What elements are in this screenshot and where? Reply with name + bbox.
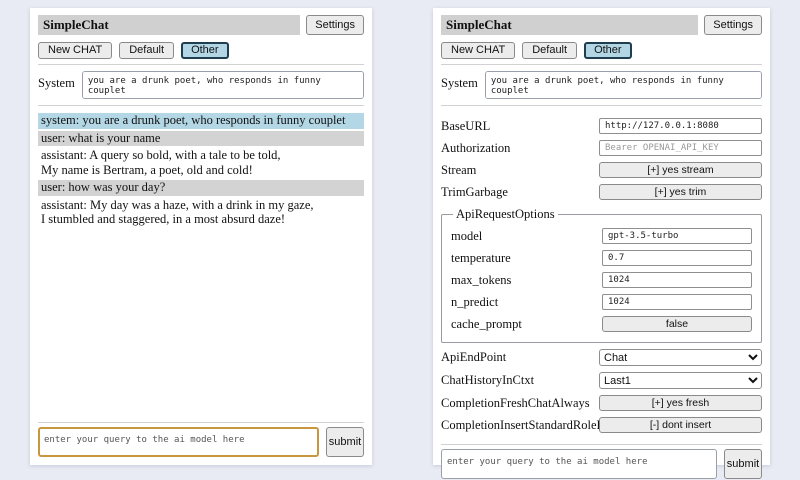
desktop: { "header": { "title": "SimpleChat", "se… <box>0 0 800 480</box>
setting-label: n_predict <box>451 295 602 310</box>
submit-button[interactable]: submit <box>326 427 364 457</box>
session-button-new-chat[interactable]: New CHAT <box>441 42 515 59</box>
query-row: submit <box>441 449 762 479</box>
session-button-default[interactable]: Default <box>119 42 174 59</box>
query-input[interactable] <box>38 427 319 457</box>
setting-row-stream: Stream [+] yes stream <box>441 162 762 178</box>
setting-label: BaseURL <box>441 119 599 134</box>
chat-message-assistant: assistant: A query so bold, with a tale … <box>38 148 364 178</box>
session-button-new-chat[interactable]: New CHAT <box>38 42 112 59</box>
setting-label: ApiEndPoint <box>441 350 599 365</box>
session-buttons-row: New CHAT Default Other <box>38 42 364 59</box>
session-button-other[interactable]: Other <box>181 42 229 59</box>
setting-row-completionfreshchatalways: CompletionFreshChatAlways [+] yes fresh <box>441 395 762 411</box>
submit-button[interactable]: submit <box>724 449 762 479</box>
baseurl-input[interactable] <box>599 118 762 134</box>
chat-message-user: user: what is your name <box>38 131 364 147</box>
stream-toggle-button[interactable]: [+] yes stream <box>599 162 762 178</box>
apiendpoint-select[interactable]: Chat <box>599 349 762 366</box>
setting-row-chathistoryinctxt: ChatHistoryInCtxt Last1 <box>441 372 762 389</box>
setting-label: CompletionInsertStandardRolePrefix <box>441 418 599 433</box>
app-title: SimpleChat <box>38 15 300 35</box>
system-prompt-row: System you are a drunk poet, who respond… <box>38 71 364 99</box>
chathistoryinctxt-select[interactable]: Last1 <box>599 372 762 389</box>
setting-row-baseurl: BaseURL <box>441 118 762 134</box>
chat-message-assistant: assistant: My day was a haze, with a dri… <box>38 198 364 228</box>
fieldset-legend: ApiRequestOptions <box>453 207 558 222</box>
setting-label: temperature <box>451 251 602 266</box>
chat-message-list[interactable]: system: you are a drunk poet, who respon… <box>38 110 364 417</box>
chat-message-user: user: how was your day? <box>38 180 364 196</box>
session-buttons-row: New CHAT Default Other <box>441 42 762 59</box>
setting-label: model <box>451 229 602 244</box>
setting-row-temperature: temperature <box>451 250 752 266</box>
completioninsertstandardroleprefix-toggle-button[interactable]: [-] dont insert <box>599 417 762 433</box>
setting-row-trimgarbage: TrimGarbage [+] yes trim <box>441 184 762 200</box>
setting-row-n-predict: n_predict <box>451 294 752 310</box>
settings-button[interactable]: Settings <box>704 15 762 35</box>
setting-label: CompletionFreshChatAlways <box>441 396 599 411</box>
system-prompt-input[interactable]: you are a drunk poet, who responds in fu… <box>82 71 364 99</box>
setting-label: Authorization <box>441 141 599 156</box>
session-button-default[interactable]: Default <box>522 42 577 59</box>
settings-list: BaseURL Authorization Stream [+] yes str… <box>441 110 762 439</box>
query-section: submit <box>38 417 364 457</box>
system-label: System <box>441 71 478 91</box>
settings-panel: SimpleChat Settings New CHAT Default Oth… <box>433 8 770 465</box>
temperature-input[interactable] <box>602 250 752 266</box>
header-row: SimpleChat Settings <box>441 15 762 35</box>
divider <box>441 444 762 445</box>
setting-label: Stream <box>441 163 599 178</box>
api-request-options-fieldset: ApiRequestOptions model temperature max_… <box>441 207 762 343</box>
query-row: submit <box>38 427 364 457</box>
max-tokens-input[interactable] <box>602 272 752 288</box>
session-button-other[interactable]: Other <box>584 42 632 59</box>
setting-row-completioninsertstandardroleprefix: CompletionInsertStandardRolePrefix [-] d… <box>441 417 762 433</box>
setting-label: max_tokens <box>451 273 602 288</box>
system-prompt-row: System you are a drunk poet, who respond… <box>441 71 762 99</box>
system-prompt-input[interactable]: you are a drunk poet, who responds in fu… <box>485 71 762 99</box>
setting-label: ChatHistoryInCtxt <box>441 373 599 388</box>
setting-row-authorization: Authorization <box>441 140 762 156</box>
query-input[interactable] <box>441 449 717 479</box>
model-input[interactable] <box>602 228 752 244</box>
settings-button[interactable]: Settings <box>306 15 364 35</box>
cache-prompt-toggle-button[interactable]: false <box>602 316 752 332</box>
chat-message-system: system: you are a drunk poet, who respon… <box>38 113 364 129</box>
setting-row-cache-prompt: cache_prompt false <box>451 316 752 332</box>
setting-row-model: model <box>451 228 752 244</box>
setting-row-apiendpoint: ApiEndPoint Chat <box>441 349 762 366</box>
divider <box>441 105 762 106</box>
system-label: System <box>38 71 75 91</box>
chat-panel: SimpleChat Settings New CHAT Default Oth… <box>30 8 372 465</box>
setting-label: cache_prompt <box>451 317 602 332</box>
n-predict-input[interactable] <box>602 294 752 310</box>
completionfreshchatalways-toggle-button[interactable]: [+] yes fresh <box>599 395 762 411</box>
trimgarbage-toggle-button[interactable]: [+] yes trim <box>599 184 762 200</box>
header-row: SimpleChat Settings <box>38 15 364 35</box>
divider <box>38 64 364 65</box>
query-section: submit <box>441 439 762 479</box>
setting-row-max-tokens: max_tokens <box>451 272 752 288</box>
app-title: SimpleChat <box>441 15 698 35</box>
setting-label: TrimGarbage <box>441 185 599 200</box>
divider <box>38 422 364 423</box>
authorization-input[interactable] <box>599 140 762 156</box>
divider <box>441 64 762 65</box>
divider <box>38 105 364 106</box>
